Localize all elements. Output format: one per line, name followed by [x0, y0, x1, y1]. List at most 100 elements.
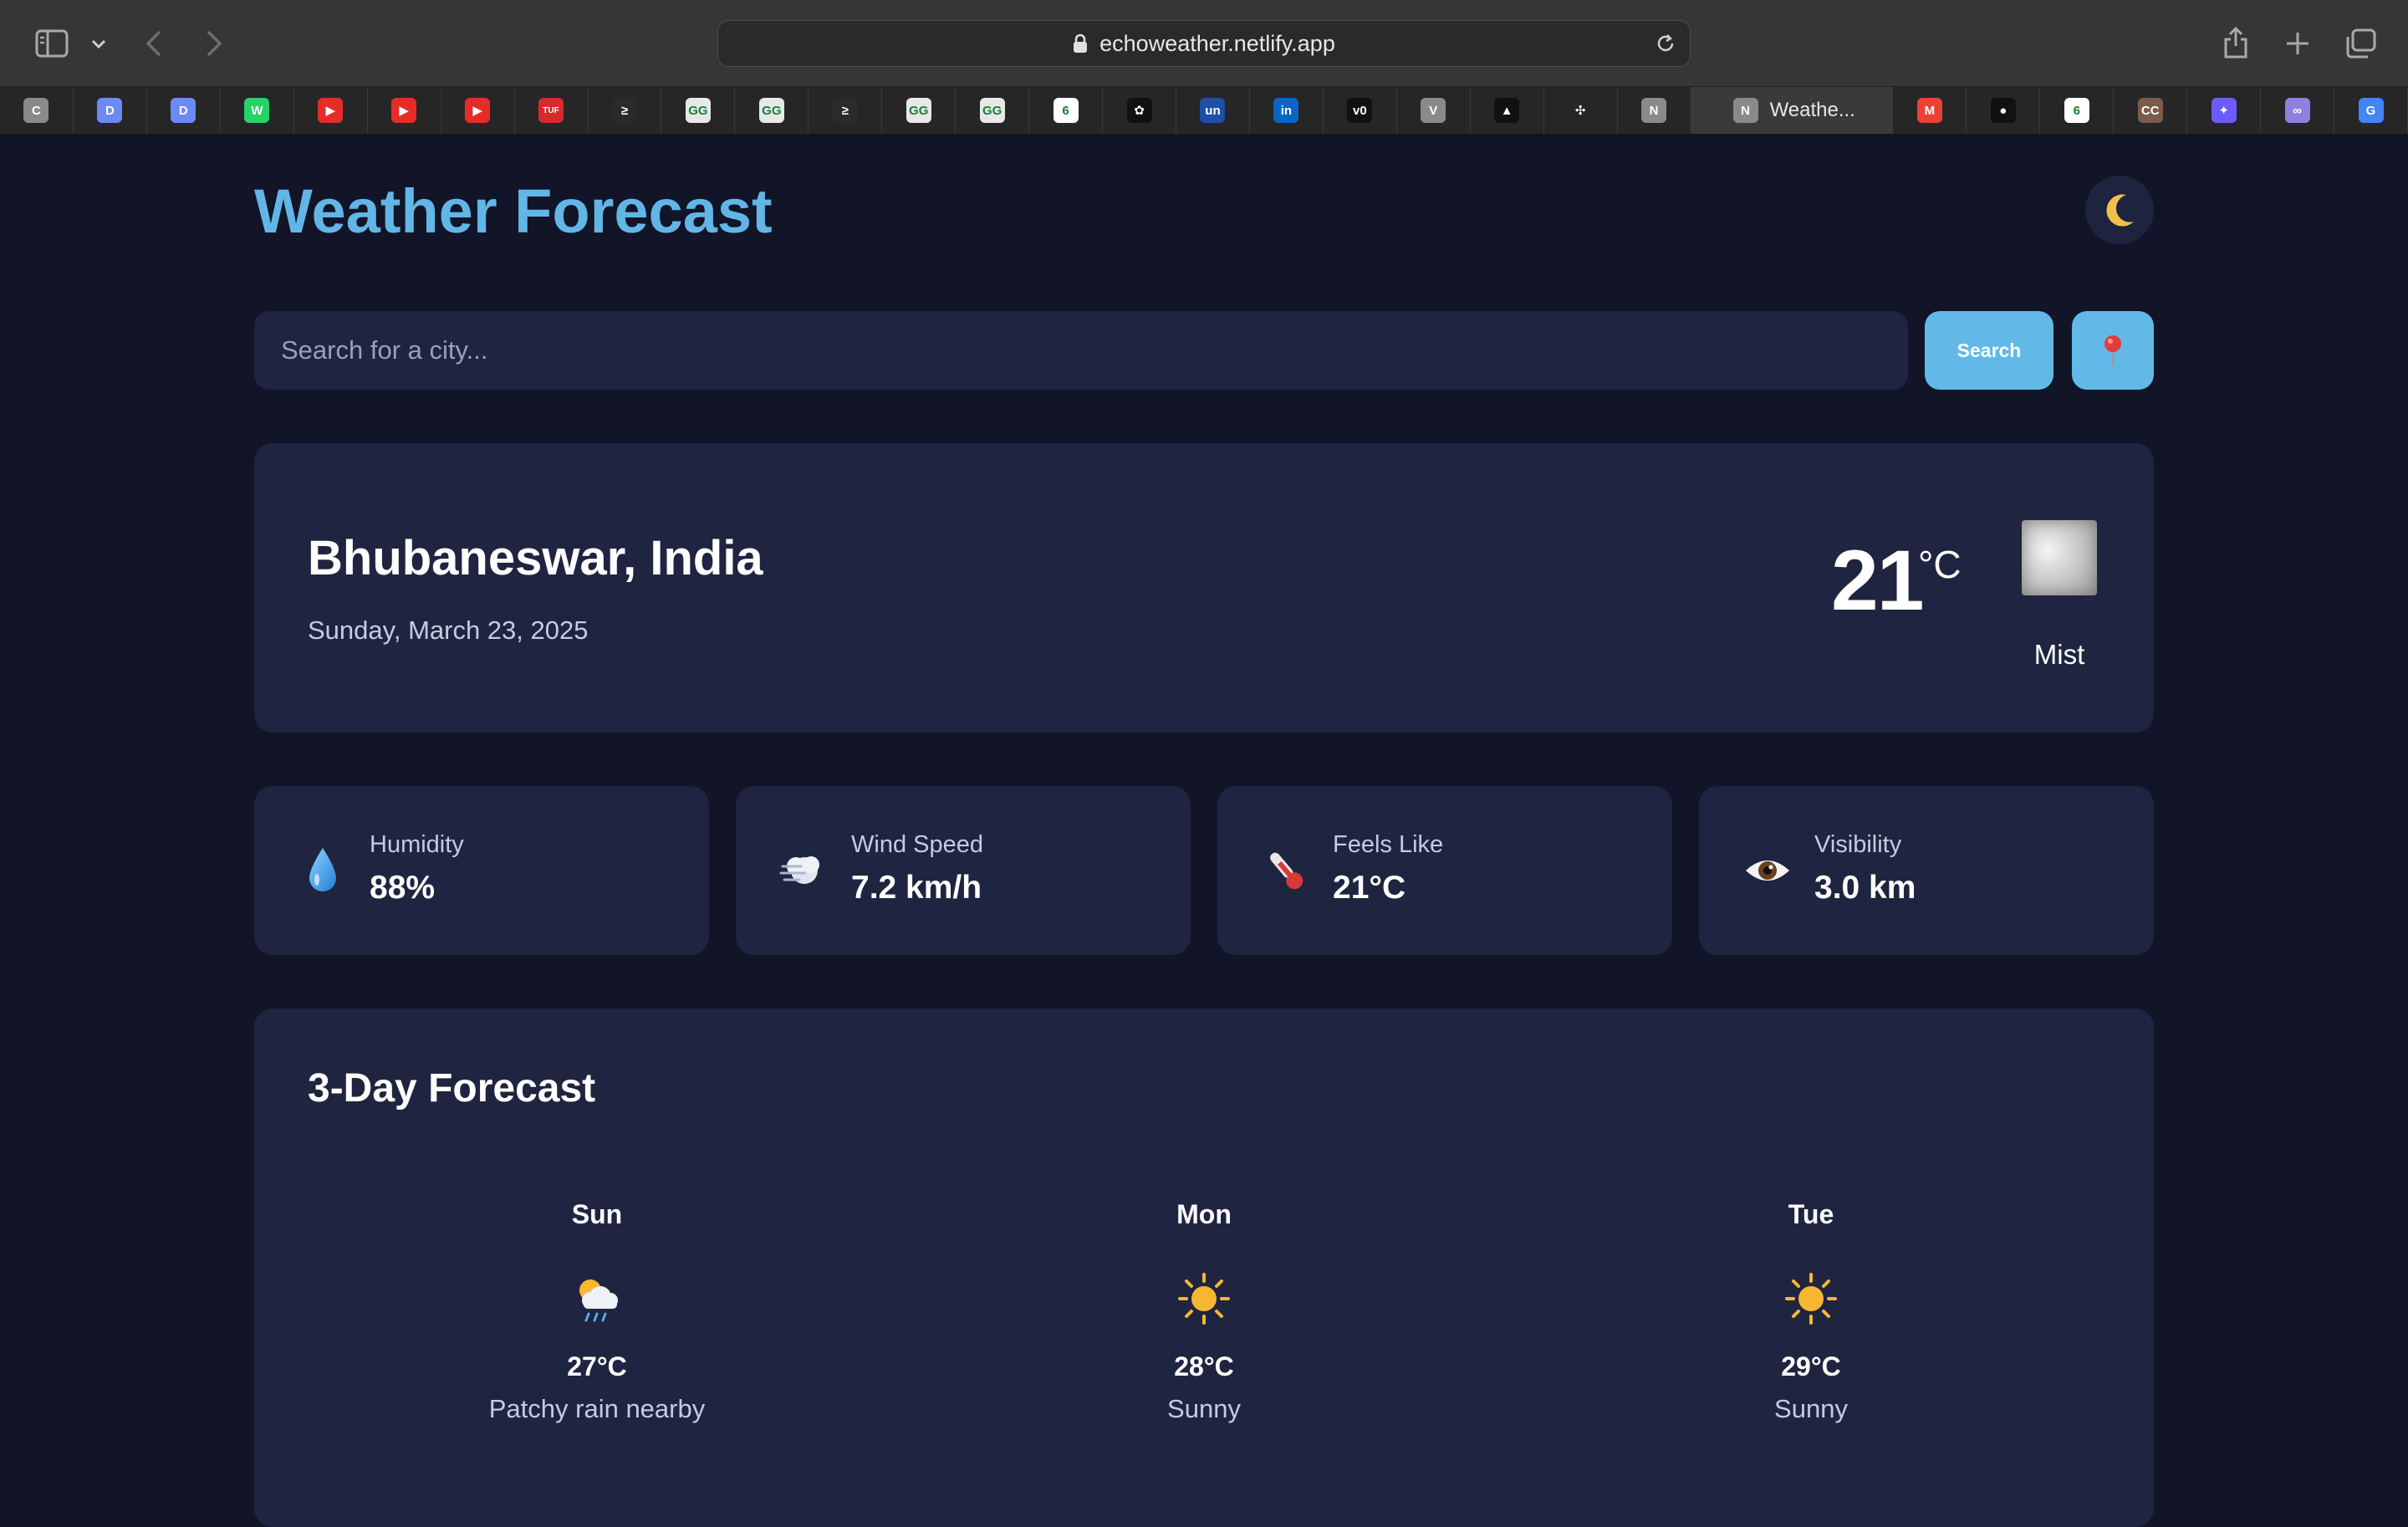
browser-tab[interactable]: ✦ [2187, 87, 2262, 134]
browser-tab[interactable]: N [1618, 87, 1691, 134]
search-input[interactable] [254, 311, 1908, 390]
v0-favicon: v0 [1347, 98, 1373, 123]
address-bar[interactable]: echoweather.netlify.app [717, 20, 1691, 67]
current-temperature: 21 [1831, 533, 1924, 628]
browser-tab-active[interactable]: N Weathe... [1691, 87, 1894, 134]
browser-tab[interactable]: ● [1967, 87, 2041, 134]
geeksforgeeks-favicon: GG [906, 98, 931, 123]
browser-tab[interactable]: ▲ [1471, 87, 1544, 134]
gemini-favicon: ✦ [2211, 98, 2237, 123]
whatsapp-favicon: W [244, 98, 270, 123]
browser-tab[interactable]: ✣ [1544, 87, 1618, 134]
eye-icon [1742, 845, 1793, 896]
browser-tab[interactable]: C [0, 87, 74, 134]
c-favicon: C [23, 98, 49, 123]
forecast-temp: 28°C [1174, 1351, 1234, 1381]
browser-tab[interactable]: CC [2114, 87, 2188, 134]
location-button[interactable] [2072, 311, 2154, 390]
wind-speed-card: Wind Speed 7.2 km/h [736, 786, 1191, 955]
browser-tab[interactable]: ≥ [589, 87, 662, 134]
google-favicon: G [2358, 98, 2384, 123]
geeksforgeeks-favicon: GG [758, 98, 784, 123]
temperature-unit: °C [1918, 543, 1962, 586]
sun-icon [1175, 1269, 1233, 1328]
github-favicon: ● [1990, 98, 2016, 123]
current-date: Sunday, March 23, 2025 [308, 615, 589, 645]
browser-tab[interactable]: ≥ [809, 87, 883, 134]
notion-favicon: N [1641, 98, 1667, 123]
city-name: Bhubaneswar, India [308, 531, 763, 585]
tuf-favicon: TUF [538, 98, 564, 123]
perplexity-favicon: ✣ [1568, 98, 1594, 123]
openai-favicon: ✿ [1126, 98, 1152, 123]
browser-tab[interactable]: GG [882, 87, 957, 134]
browser-tab[interactable]: GG [956, 87, 1030, 134]
vercel-favicon: ▲ [1494, 98, 1520, 123]
moon-icon [2106, 194, 2134, 227]
gmail-favicon: M [1916, 98, 1942, 123]
codolio-favicon: ≥ [611, 98, 637, 123]
browser-tab[interactable]: ▶ [294, 87, 368, 134]
browser-tab[interactable]: TUF [515, 87, 589, 134]
youtube-favicon: ▶ [391, 98, 417, 123]
forward-arrow-icon[interactable] [199, 25, 229, 62]
app-title: Weather Forecast [254, 176, 773, 246]
browser-tab[interactable]: ✿ [1103, 87, 1176, 134]
sun-rain-cloud-icon [568, 1269, 626, 1328]
stat-value: 21°C [1333, 870, 1406, 906]
current-weather-card: Bhubaneswar, India Sunday, March 23, 202… [254, 443, 2154, 733]
browser-tab[interactable]: D [147, 87, 221, 134]
browser-tab[interactable]: GG [735, 87, 809, 134]
browser-tab[interactable]: W [221, 87, 294, 134]
forecast-day: Tue 29°C Sunny [1602, 1199, 2020, 1424]
droplet-icon [298, 845, 348, 896]
browser-tab[interactable]: V [1397, 87, 1471, 134]
tab-overview-icon[interactable] [2341, 25, 2380, 62]
browser-tab[interactable]: ▶ [441, 87, 515, 134]
back-arrow-icon[interactable] [139, 25, 169, 62]
geeksforgeeks-favicon: GG [979, 98, 1005, 123]
browser-tab[interactable]: M [1893, 87, 1967, 134]
stat-label: Visibility [1814, 831, 1902, 858]
knot-favicon: ∞ [2284, 98, 2310, 123]
pin-icon [2104, 335, 2121, 365]
youtube-favicon: ▶ [318, 98, 344, 123]
browser-tab[interactable]: v0 [1324, 87, 1397, 134]
browser-tab[interactable]: GG [661, 87, 736, 134]
deepseek-favicon: D [97, 98, 123, 123]
youtube-favicon: ▶ [465, 98, 491, 123]
browser-tab[interactable]: ∞ [2261, 87, 2335, 134]
visibility-card: Visibility 3.0 km [1699, 786, 2154, 955]
forecast-temp: 27°C [567, 1351, 627, 1381]
mist-icon [2022, 520, 2097, 595]
feels-like-card: Feels Like 21°C [1217, 786, 1672, 955]
browser-tab[interactable]: 6 [1029, 87, 1104, 134]
sidebar-toggle-icon[interactable] [32, 25, 72, 62]
deepseek-favicon: D [171, 98, 196, 123]
share-icon[interactable] [2219, 23, 2252, 62]
thermometer-icon [1261, 845, 1311, 896]
browser-tab[interactable]: un [1176, 87, 1250, 134]
forecast-day-name: Mon [1176, 1199, 1232, 1229]
reload-icon[interactable] [1653, 31, 1678, 56]
browser-tab[interactable]: D [74, 87, 147, 134]
forecast-day-name: Tue [1788, 1199, 1834, 1229]
forecast-card: 3-Day Forecast Sun 27°C Patchy rain near… [254, 1009, 2154, 1527]
notion-favicon: N [1732, 98, 1758, 123]
browser-tab[interactable]: ▶ [368, 87, 441, 134]
forecast-temp: 29°C [1781, 1351, 1841, 1381]
stat-value: 7.2 km/h [851, 870, 982, 906]
cc-favicon: CC [2137, 98, 2163, 123]
browser-tab[interactable]: 6 [2040, 87, 2115, 134]
tab-bar: C D D W ▶ ▶ ▶ TUF ≥ GG GG ≥ GG GG 6 ✿ un in v0 V ▲ ✣ N N Weathe.… [0, 87, 2408, 134]
chevron-down-icon[interactable] [87, 28, 110, 59]
plus-icon[interactable] [2279, 25, 2316, 62]
browser-tab[interactable]: G [2334, 87, 2408, 134]
browser-tab[interactable]: in [1250, 87, 1324, 134]
unstop-favicon: un [1200, 98, 1226, 123]
forecast-condition: Patchy rain nearby [488, 1394, 706, 1423]
theme-toggle-button[interactable] [2085, 176, 2154, 244]
url-text: echoweather.netlify.app [1099, 30, 1335, 56]
search-button[interactable]: Search [1925, 311, 2053, 390]
active-tab-title: Weathe... [1769, 99, 1855, 121]
